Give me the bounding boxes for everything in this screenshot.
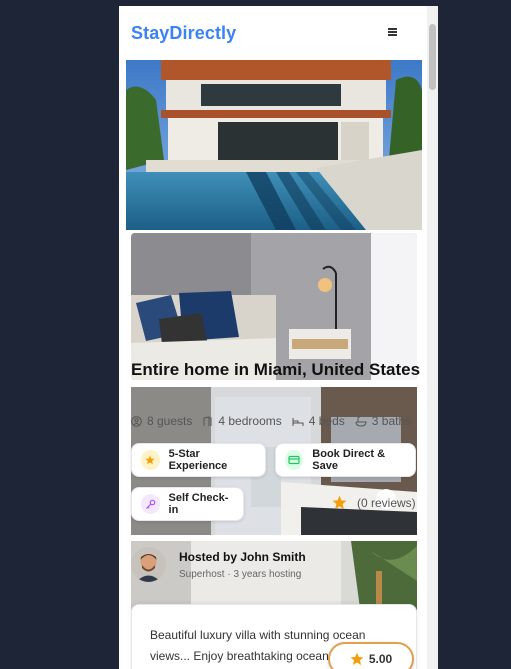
badge-label: Self Check-in bbox=[168, 492, 229, 516]
hero-image[interactable] bbox=[126, 60, 422, 230]
avatar[interactable] bbox=[131, 547, 166, 582]
scrollbar[interactable] bbox=[427, 6, 438, 669]
scrollbar-thumb[interactable] bbox=[429, 24, 436, 90]
bedrooms-icon bbox=[203, 415, 212, 426]
listing-title: Entire home in Miami, United States bbox=[131, 360, 421, 379]
host-name: Hosted by John Smith bbox=[179, 549, 306, 564]
bedrooms-label: 4 bedrooms bbox=[218, 414, 282, 428]
listing-stats: 8 guests 4 bedrooms 4 beds 3 baths bbox=[131, 414, 421, 428]
top-bar: StayDirectly bbox=[119, 6, 427, 60]
badge-5-star-experience[interactable]: 5-Star Experience bbox=[131, 443, 266, 477]
host-section[interactable]: Hosted by John Smith Superhost · 3 years… bbox=[131, 547, 306, 582]
guests-label: 8 guests bbox=[147, 414, 193, 428]
rating-value: 5.00 bbox=[368, 652, 393, 666]
baths-stat: 3 baths bbox=[355, 414, 411, 428]
host-subtitle: Superhost · 3 years hosting bbox=[179, 568, 302, 580]
host-text: Hosted by John Smith Superhost · 3 years… bbox=[179, 550, 306, 580]
beds-icon bbox=[292, 417, 304, 426]
badge-self-check-in[interactable]: Self Check-in bbox=[131, 487, 244, 521]
key-icon bbox=[141, 494, 160, 514]
guests-icon bbox=[131, 415, 142, 427]
baths-icon bbox=[355, 416, 367, 427]
badge-label: Book Direct & Save bbox=[312, 448, 386, 472]
logo[interactable]: StayDirectly bbox=[131, 23, 236, 44]
guests-stat: 8 guests bbox=[131, 414, 192, 428]
beds-stat: 4 beds bbox=[292, 414, 345, 428]
baths-label: 3 baths bbox=[371, 414, 412, 428]
rating-button[interactable]: 5.00 bbox=[328, 642, 414, 669]
hamburger-icon[interactable] bbox=[388, 28, 397, 36]
reviews-summary[interactable]: (0 reviews) bbox=[332, 495, 416, 510]
star-icon bbox=[332, 495, 347, 509]
card-icon bbox=[285, 450, 304, 470]
badge-label: 5-Star Experience bbox=[168, 448, 228, 472]
badge-book-direct[interactable]: Book Direct & Save bbox=[275, 443, 416, 477]
star-icon bbox=[350, 652, 364, 666]
beds-label: 4 beds bbox=[308, 414, 345, 428]
star-icon bbox=[141, 450, 160, 470]
phone-frame: StayDirectly Entire home in Miami, Unite… bbox=[119, 6, 438, 669]
reviews-count: (0 reviews) bbox=[357, 495, 416, 510]
bedrooms-stat: 4 bedrooms bbox=[202, 414, 282, 428]
